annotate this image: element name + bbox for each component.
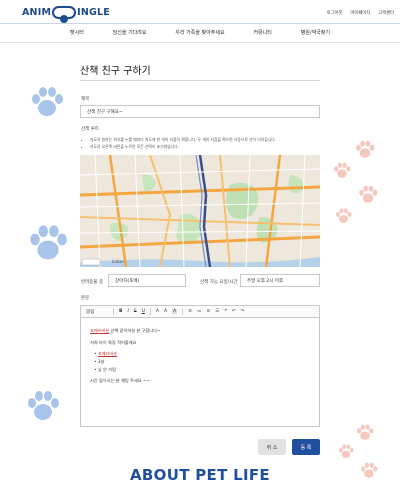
paw-icon [26,390,60,422]
route-note: 지도의 오른쪽 버튼을 누르면 모든 선택이 초기화됩니다. [90,143,276,150]
editor-bullet: • 낯 안 가림 [94,367,116,373]
route-label: 산책 루트 [81,127,99,132]
logout-link[interactable]: 로그아웃 [327,10,343,16]
logo-text-left: ANIM [22,6,52,18]
editor-text: 시간 맞으시는 분 채팅 주세요 ~~ [90,378,150,383]
svg-text:· · ·: · · · [140,236,145,240]
subject-input[interactable]: 산책 친구 구해요~ [80,105,320,118]
map-provider-label: kakao [112,259,124,264]
nav-divider [0,42,400,43]
table-button[interactable]: ☰ [215,309,219,314]
editor-text: 낯 안 가림 [97,367,116,372]
paw-icon [30,86,64,118]
paw-icon [358,185,378,204]
site-header: ANIM INGLE 로그아웃 마이페이지 고객센터 [0,0,400,24]
toolbar-separator [113,308,114,315]
toolbar-separator [182,308,184,315]
about-banner: ABOUT PET LIFE [130,466,270,484]
time-label: 산책 가능 요일/시간 [200,280,238,285]
editor-bullet: • 3살 [94,359,104,365]
paw-icon [338,444,354,459]
svg-text:· · ·: · · · [240,198,245,202]
numbered-list-button[interactable]: ≡ [206,309,210,314]
submit-button[interactable]: 등 록 [292,439,320,455]
support-link[interactable]: 고객센터 [378,10,394,16]
title-divider [80,80,320,81]
pet-type-input[interactable]: 강아지(포메) [108,274,186,287]
pet-type-label: 반려동물 종 [81,280,104,285]
time-input[interactable]: 주말 오후 2시 이후 [240,274,320,287]
text-color-button[interactable]: A [164,309,167,314]
site-logo[interactable]: ANIM INGLE [22,5,110,23]
nav-item-hospital[interactable]: 병원/약국찾기 [301,29,330,36]
mypage-link[interactable]: 마이페이지 [350,10,370,16]
font-size-button[interactable]: A [156,309,159,314]
svg-text:· · ·: · · · [280,212,285,216]
toolbar-separator [149,308,151,315]
paw-icon [355,140,375,159]
content-editor[interactable]: 포메러버분 산책 같이하실 분 구합니다~ 저희 아이 특징 적어볼게요 • 포… [80,317,320,427]
nav-item-find-family[interactable]: 우리 가족을 찾아주세요 [175,29,224,36]
editor-text: 산책 같이하실 분 구합니다~ [109,328,161,333]
top-links: 로그아웃 마이페이지 고객센터 [327,10,394,16]
page-title: 산책 친구 구하기 [80,66,151,77]
svg-text:· · ·: · · · [175,180,180,184]
route-note: 지도의 원하는 위치를 누를 때마다 지도에 한 개의 지점이 찍힙니다. 두 … [90,136,276,143]
subject-label: 제목 [81,97,90,102]
highlight-button[interactable]: A [172,309,178,314]
redo-button[interactable]: ↷ [241,309,245,314]
paw-icon [356,424,374,441]
editor-line: 시간 맞으시는 분 채팅 주세요 ~~ [90,378,150,384]
main-nav: 펫시터 당신을 기다려요 우리 가족을 찾아주세요 커뮤니티 병원/약국찾기 [70,29,330,36]
paw-icon [333,162,351,179]
undo-button[interactable]: ↶ [232,309,236,314]
editor-highlight-text: 포메러버분 [90,328,110,333]
nav-item-community[interactable]: 커뮤니티 [253,29,271,36]
underline-button[interactable]: U [142,309,145,314]
route-map[interactable]: · · · · · · · · · · · · · · · kakao [80,155,320,267]
align-button[interactable]: ≡ [188,309,192,314]
logo-paw-icon [52,5,77,23]
route-notes: 지도의 원하는 위치를 누를 때마다 지도에 한 개의 지점이 찍힙니다. 두 … [84,136,276,150]
strike-button[interactable]: S [134,309,137,314]
content-label: 본문 [81,296,90,301]
editor-highlight-text: 포메러버분 [97,351,118,356]
bullet-list-button[interactable]: ≔ [197,309,202,314]
editor-text: 3살 [97,359,105,364]
svg-text:· · ·: · · · [90,164,95,168]
quote-button[interactable]: ❝ [224,309,226,314]
editor-toolbar: 굴림 B I S U A A A ≡ ≔ ≡ ☰ ❝ ↶ ↷ [80,305,320,317]
logo-text-right: INGLE [77,6,110,18]
nav-item-petsitter[interactable]: 펫시터 [70,29,84,36]
paw-icon [335,208,352,224]
font-select[interactable]: 굴림 [86,309,108,315]
italic-button[interactable]: I [127,309,128,314]
cancel-button[interactable]: 취 소 [258,439,286,455]
editor-line: 저희 아이 특징 적어볼게요 [90,340,136,346]
editor-bullet: • 포메러버분 [94,351,117,357]
bold-button[interactable]: B [119,309,122,314]
nav-item-waiting[interactable]: 당신을 기다려요 [113,29,147,36]
editor-line: 포메러버분 산책 같이하실 분 구합니다~ [90,328,160,334]
editor-text: 저희 아이 특징 적어볼게요 [90,340,137,345]
paw-icon [28,224,68,262]
